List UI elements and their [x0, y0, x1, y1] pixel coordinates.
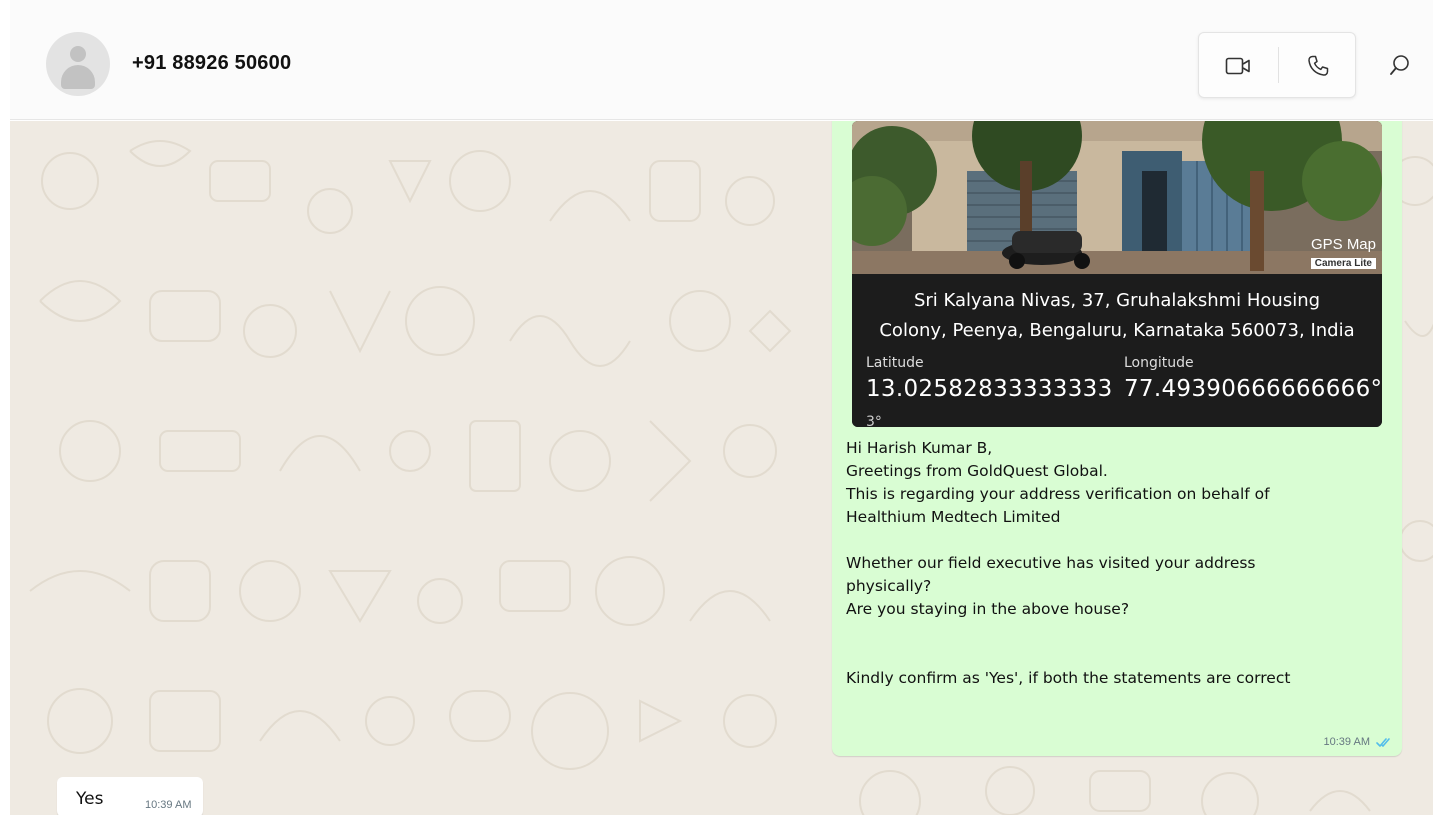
- chat-header: +91 88926 50600: [10, 0, 1433, 120]
- call-button-group: [1198, 32, 1356, 98]
- longitude-label: Longitude: [1124, 355, 1194, 371]
- avatar-head-shape: [70, 46, 86, 62]
- latitude-value: 13.02582833333333: [866, 376, 1113, 402]
- address-line-1: Sri Kalyana Nivas, 37, Gruhalakshmi Hous…: [913, 290, 1321, 311]
- voice-call-icon: [1308, 55, 1329, 76]
- gps-map-camera-badge: GPS Map Camera Lite: [1310, 236, 1376, 271]
- search-button[interactable]: [1376, 41, 1424, 89]
- gps-photo-attachment[interactable]: GPS Map Camera Lite Sri Kalyana Nivas, 3…: [852, 121, 1382, 427]
- contact-avatar[interactable]: [46, 32, 110, 96]
- avatar-body-shape: [61, 65, 95, 89]
- gps-caption-panel: Sri Kalyana Nivas, 37, Gruhalakshmi Hous…: [852, 274, 1382, 427]
- chat-area[interactable]: GPS Map Camera Lite Sri Kalyana Nivas, 3…: [10, 121, 1433, 815]
- incoming-message-time: 10:39 AM: [145, 799, 192, 811]
- latitude-label: Latitude: [866, 355, 924, 371]
- voice-call-button[interactable]: [1293, 41, 1343, 91]
- house-photo: [852, 121, 1382, 274]
- message-meta: 10:39 AM: [1324, 736, 1392, 748]
- badge-title: GPS Map: [1310, 236, 1376, 253]
- outgoing-message-bubble[interactable]: GPS Map Camera Lite Sri Kalyana Nivas, 3…: [832, 121, 1402, 756]
- cropped-text: 3°: [866, 414, 882, 427]
- contact-name[interactable]: +91 88926 50600: [132, 52, 291, 75]
- longitude-value: 77.49390666666666°: [1124, 376, 1382, 402]
- outgoing-message-text: Hi Harish Kumar B, Greetings from GoldQu…: [846, 439, 1291, 687]
- badge-subtitle: Camera Lite: [1310, 258, 1376, 269]
- search-icon: [1390, 55, 1409, 75]
- double-check-icon: [1376, 737, 1390, 747]
- incoming-message-text: Yes: [76, 789, 104, 809]
- message-time: 10:39 AM: [1323, 736, 1370, 748]
- video-call-icon: [1225, 57, 1250, 75]
- incoming-message-bubble[interactable]: Yes 10:39 AM: [57, 777, 203, 815]
- address-line-2: Colony, Peenya, Bengaluru, Karnataka 560…: [879, 320, 1355, 341]
- call-group-divider: [1278, 47, 1279, 83]
- address-text: Sri Kalyana Nivas, 37, Gruhalakshmi Hous…: [852, 286, 1382, 346]
- video-call-button[interactable]: [1213, 41, 1263, 91]
